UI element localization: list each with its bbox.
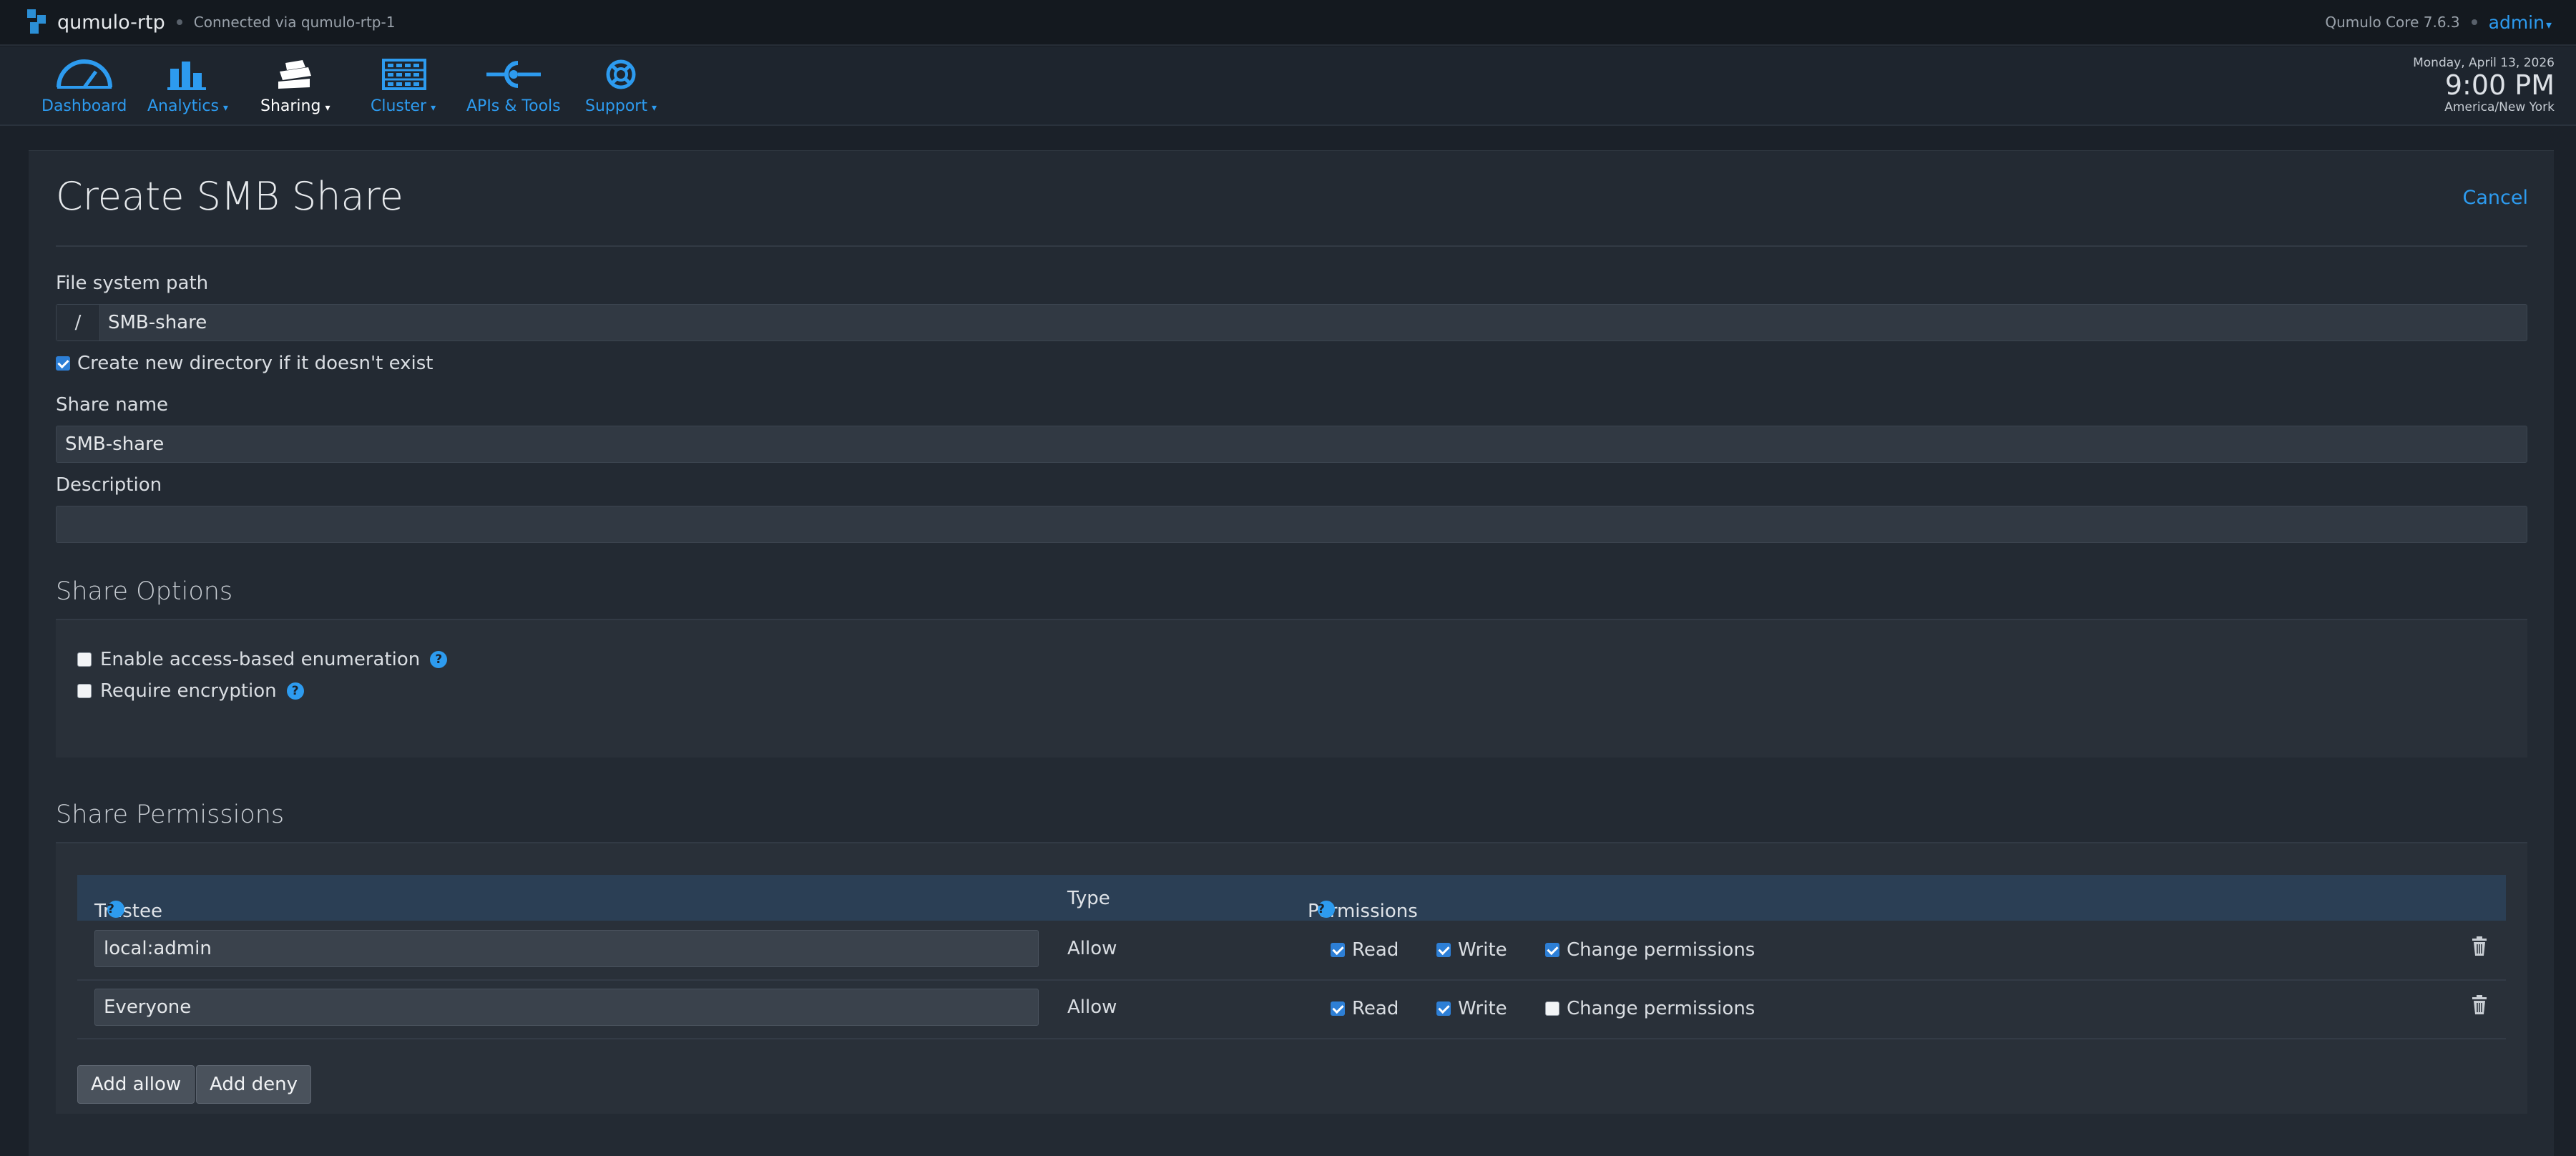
write-permission[interactable]: Write xyxy=(1436,998,1507,1019)
chevron-down-icon: ▾ xyxy=(325,102,330,114)
connector-icon xyxy=(486,61,541,88)
gauge-icon xyxy=(56,59,112,89)
path-prefix: / xyxy=(57,305,100,341)
table-row: Everyone Allow Read Write Change permiss… xyxy=(77,979,2506,1039)
nav-label: APIs & Tools xyxy=(466,97,561,115)
clock-date: Monday, April 13, 2026 xyxy=(2413,56,2555,70)
bar-chart-icon xyxy=(167,62,207,90)
description-label: Description xyxy=(56,474,162,496)
share-permissions-heading: Share Permissions xyxy=(56,800,285,829)
description-field[interactable] xyxy=(56,506,2527,543)
separator-dot xyxy=(2471,19,2477,25)
write-label: Write xyxy=(1458,939,1507,961)
change-permissions-checkbox[interactable] xyxy=(1545,1001,1559,1016)
share-options-box xyxy=(56,620,2527,758)
nav-dashboard[interactable]: Dashboard xyxy=(41,59,127,115)
read-checkbox[interactable] xyxy=(1331,943,1345,957)
abe-checkbox[interactable] xyxy=(77,652,92,667)
abe-label: Enable access-based enumeration xyxy=(100,649,421,670)
read-label: Read xyxy=(1352,998,1399,1019)
add-deny-button[interactable]: Add deny xyxy=(196,1065,311,1104)
hands-icon xyxy=(278,60,311,89)
nav-cluster[interactable]: Cluster ▾ xyxy=(371,59,436,115)
permission-type: Allow xyxy=(1067,996,1117,1018)
write-checkbox[interactable] xyxy=(1436,1001,1451,1016)
main-navigation: Dashboard Analytics ▾ Sharing ▾ Cluster … xyxy=(0,47,2576,126)
encryption-option[interactable]: Require encryption ? xyxy=(77,680,304,702)
read-permission[interactable]: Read xyxy=(1331,939,1399,961)
clock-time: 9:00 PM xyxy=(2444,69,2555,101)
version-label: Qumulo Core 7.6.3 xyxy=(2325,14,2460,31)
nav-support[interactable]: Support ▾ xyxy=(585,59,657,115)
change-permissions-label: Change permissions xyxy=(1567,998,1755,1019)
chevron-down-icon: ▾ xyxy=(2545,17,2552,31)
chevron-down-icon: ▾ xyxy=(651,102,657,114)
encryption-checkbox[interactable] xyxy=(77,684,92,698)
help-icon[interactable]: ? xyxy=(430,651,448,668)
path-label: File system path xyxy=(56,273,209,294)
nav-label: Sharing xyxy=(260,97,321,115)
nav-label: Analytics xyxy=(147,97,219,115)
change-permission[interactable]: Change permissions xyxy=(1545,998,1755,1019)
read-label: Read xyxy=(1352,939,1399,961)
nav-apis-tools[interactable]: APIs & Tools xyxy=(466,59,561,115)
top-status-bar: qumulo-rtp Connected via qumulo-rtp-1 Qu… xyxy=(0,0,2576,46)
nav-sharing[interactable]: Sharing ▾ xyxy=(260,59,330,115)
help-icon[interactable]: ? xyxy=(286,682,304,700)
trustee-field[interactable]: Everyone xyxy=(94,989,1039,1026)
create-smb-share-panel: Create SMB Share Cancel File system path… xyxy=(29,150,2554,1156)
column-trustee: Trustee xyxy=(94,901,162,922)
permission-type: Allow xyxy=(1067,938,1117,959)
table-row: local:admin Allow Read Write Change perm… xyxy=(77,921,2506,981)
chevron-down-icon: ▾ xyxy=(222,102,228,114)
help-icon[interactable]: ? xyxy=(107,901,124,918)
abe-option[interactable]: Enable access-based enumeration ? xyxy=(77,649,448,670)
add-allow-button[interactable]: Add allow xyxy=(77,1065,195,1104)
trash-icon[interactable] xyxy=(2472,995,2487,1015)
write-checkbox[interactable] xyxy=(1436,943,1451,957)
change-permissions-checkbox[interactable] xyxy=(1545,943,1559,957)
connection-status: Connected via qumulo-rtp-1 xyxy=(193,14,396,31)
nav-label: Cluster xyxy=(371,97,427,115)
server-rack-icon xyxy=(381,59,426,90)
column-type: Type xyxy=(1067,888,1110,909)
nav-label: Support xyxy=(585,97,647,115)
lifebuoy-icon xyxy=(606,59,636,89)
nav-label: Dashboard xyxy=(41,97,127,115)
qumulo-logo-icon xyxy=(27,9,47,35)
create-directory-label: Create new directory if it doesn't exist xyxy=(77,353,434,374)
permissions-table-header: Trustee? Type Permissions? xyxy=(77,875,2506,922)
path-field[interactable]: / SMB-share xyxy=(56,304,2527,341)
user-menu[interactable]: admin ▾ xyxy=(2489,12,2552,33)
share-options-heading: Share Options xyxy=(56,577,233,606)
separator-dot xyxy=(176,19,182,25)
create-directory-option[interactable]: Create new directory if it doesn't exist xyxy=(56,353,434,374)
write-label: Write xyxy=(1458,998,1507,1019)
share-name-field[interactable]: SMB-share xyxy=(56,426,2527,463)
user-name: admin xyxy=(2488,11,2545,33)
page-title: Create SMB Share xyxy=(56,174,403,219)
cluster-name: qumulo-rtp xyxy=(57,11,165,34)
chevron-down-icon: ▾ xyxy=(431,102,436,114)
divider xyxy=(56,245,2527,247)
help-icon[interactable]: ? xyxy=(1318,901,1335,918)
write-permission[interactable]: Write xyxy=(1436,939,1507,961)
encryption-label: Require encryption xyxy=(100,680,277,702)
read-permission[interactable]: Read xyxy=(1331,998,1399,1019)
trustee-field[interactable]: local:admin xyxy=(94,930,1039,967)
cancel-link[interactable]: Cancel xyxy=(2463,187,2528,209)
change-permissions-label: Change permissions xyxy=(1567,939,1755,961)
share-name-label: Share name xyxy=(56,394,169,416)
trash-icon[interactable] xyxy=(2472,936,2487,956)
path-value: SMB-share xyxy=(108,312,207,333)
clock-timezone: America/New York xyxy=(2444,100,2555,114)
cluster-clock: Monday, April 13, 2026 9:00 PM America/N… xyxy=(2413,56,2555,114)
read-checkbox[interactable] xyxy=(1331,1001,1345,1016)
create-directory-checkbox[interactable] xyxy=(56,356,70,371)
change-permission[interactable]: Change permissions xyxy=(1545,939,1755,961)
nav-analytics[interactable]: Analytics ▾ xyxy=(147,59,228,115)
